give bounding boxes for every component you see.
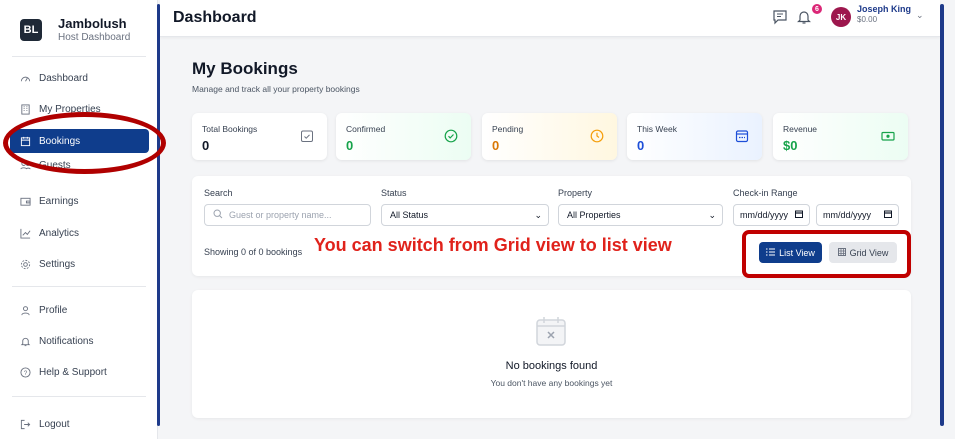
stat-value: 0 <box>202 138 210 153</box>
chevron-down-icon: ⌄ <box>708 209 716 220</box>
messages-icon[interactable] <box>772 9 788 25</box>
building-icon <box>20 103 31 115</box>
chevron-down-icon: ⌄ <box>534 209 542 220</box>
sidebar-divider <box>12 286 146 287</box>
notification-badge: 6 <box>812 4 822 14</box>
calendar-check-icon <box>300 129 314 143</box>
clock-icon <box>590 129 604 143</box>
calendar-x-icon <box>535 315 567 347</box>
notifications-bell-icon[interactable] <box>796 9 812 25</box>
stat-label: This Week <box>637 124 677 134</box>
brand-logo: BL <box>20 19 42 41</box>
sidebar-item-label: Dashboard <box>39 72 88 84</box>
sidebar-item-label: Help & Support <box>39 366 107 378</box>
page-title: My Bookings <box>192 59 298 78</box>
sidebar-divider <box>12 56 146 57</box>
svg-text:?: ? <box>24 369 28 376</box>
stat-value: $0 <box>783 138 798 153</box>
results-count: Showing 0 of 0 bookings <box>204 247 303 257</box>
sidebar-item-earnings[interactable]: Earnings <box>10 189 149 213</box>
empty-subtitle: You don't have any bookings yet <box>490 378 613 388</box>
money-icon <box>881 129 895 143</box>
sidebar-item-profile[interactable]: Profile <box>10 298 149 322</box>
stat-card-this-week: This Week 0 <box>627 113 762 160</box>
sidebar-item-dashboard[interactable]: Dashboard <box>10 66 149 90</box>
gear-icon <box>20 259 31 270</box>
sidebar-divider <box>12 396 146 397</box>
stat-card-confirmed: Confirmed 0 <box>336 113 471 160</box>
avatar[interactable]: JK <box>831 7 851 27</box>
stat-label: Total Bookings <box>202 124 258 134</box>
checkin-from-field[interactable]: mm/dd/yyyy <box>733 204 810 226</box>
search-label: Search <box>204 188 233 198</box>
help-icon: ? <box>20 366 31 378</box>
stat-card-total-bookings: Total Bookings 0 <box>192 113 327 160</box>
wallet-icon <box>20 196 31 207</box>
checkin-from-value: mm/dd/yyyy <box>740 210 789 220</box>
search-placeholder: Guest or property name... <box>229 210 332 220</box>
annotation-text: You can switch from Grid view to list vi… <box>314 235 672 255</box>
user-icon <box>20 305 31 316</box>
brand[interactable]: BL Jambolush Host Dashboard <box>0 0 157 48</box>
stat-card-revenue: Revenue $0 <box>773 113 908 160</box>
sidebar-item-label: Earnings <box>39 195 79 207</box>
stat-value: 0 <box>637 138 645 153</box>
sidebar-item-label: Profile <box>39 304 68 316</box>
bookings-empty-state: No bookings found You don't have any boo… <box>192 290 911 418</box>
property-select[interactable]: All Properties ⌄ <box>558 204 723 226</box>
page-subtitle: Manage and track all your property booki… <box>192 84 360 94</box>
stat-card-pending: Pending 0 <box>482 113 617 160</box>
search-icon <box>213 209 223 221</box>
user-balance: $0.00 <box>857 15 878 24</box>
status-select[interactable]: All Status ⌄ <box>381 204 549 226</box>
property-value: All Properties <box>567 210 621 220</box>
stat-value: 0 <box>346 138 354 153</box>
bell-icon <box>20 336 31 347</box>
calendar-icon <box>884 210 892 220</box>
sidebar: BL Jambolush Host Dashboard Dashboard My… <box>0 0 158 439</box>
stat-value: 0 <box>492 138 500 153</box>
calendar-icon <box>795 210 803 220</box>
sidebar-item-label: Analytics <box>39 227 80 239</box>
sidebar-item-label: Notifications <box>39 335 94 347</box>
stat-label: Confirmed <box>346 124 386 134</box>
status-label: Status <box>381 188 407 198</box>
checkin-range-label: Check-in Range <box>733 188 798 198</box>
logout-icon <box>20 419 31 430</box>
sidebar-item-label: Settings <box>39 258 76 270</box>
search-input[interactable]: Guest or property name... <box>204 204 371 226</box>
gauge-icon <box>20 73 31 84</box>
sidebar-item-help[interactable]: ? Help & Support <box>10 360 149 384</box>
user-name[interactable]: Joseph King <box>857 4 911 14</box>
sidebar-item-analytics[interactable]: Analytics <box>10 221 149 245</box>
top-header: Dashboard 6 JK Joseph King $0.00 ⌄ <box>160 0 940 37</box>
sidebar-item-settings[interactable]: Settings <box>10 252 149 276</box>
brand-subtitle: Host Dashboard <box>58 32 131 43</box>
status-value: All Status <box>390 210 429 220</box>
checkin-to-field[interactable]: mm/dd/yyyy <box>816 204 899 226</box>
view-toggle-highlight <box>742 230 911 278</box>
brand-title: Jambolush <box>58 16 127 31</box>
sidebar-scrollbar[interactable] <box>157 4 160 426</box>
calendar-week-icon <box>735 129 749 143</box>
checkin-to-value: mm/dd/yyyy <box>823 210 872 220</box>
chart-icon <box>20 228 31 239</box>
stat-label: Pending <box>492 124 524 134</box>
check-circle-icon <box>444 129 458 143</box>
header-title: Dashboard <box>173 9 257 26</box>
main-scrollbar[interactable] <box>940 4 944 426</box>
chevron-down-icon[interactable]: ⌄ <box>916 10 924 21</box>
logout-button[interactable]: Logout <box>10 412 149 436</box>
empty-title: No bookings found <box>505 360 598 372</box>
bookings-highlight-ellipse <box>3 112 166 174</box>
property-label: Property <box>558 188 593 198</box>
sidebar-item-notifications[interactable]: Notifications <box>10 329 149 353</box>
stat-label: Revenue <box>783 124 818 134</box>
logout-label: Logout <box>39 418 70 430</box>
